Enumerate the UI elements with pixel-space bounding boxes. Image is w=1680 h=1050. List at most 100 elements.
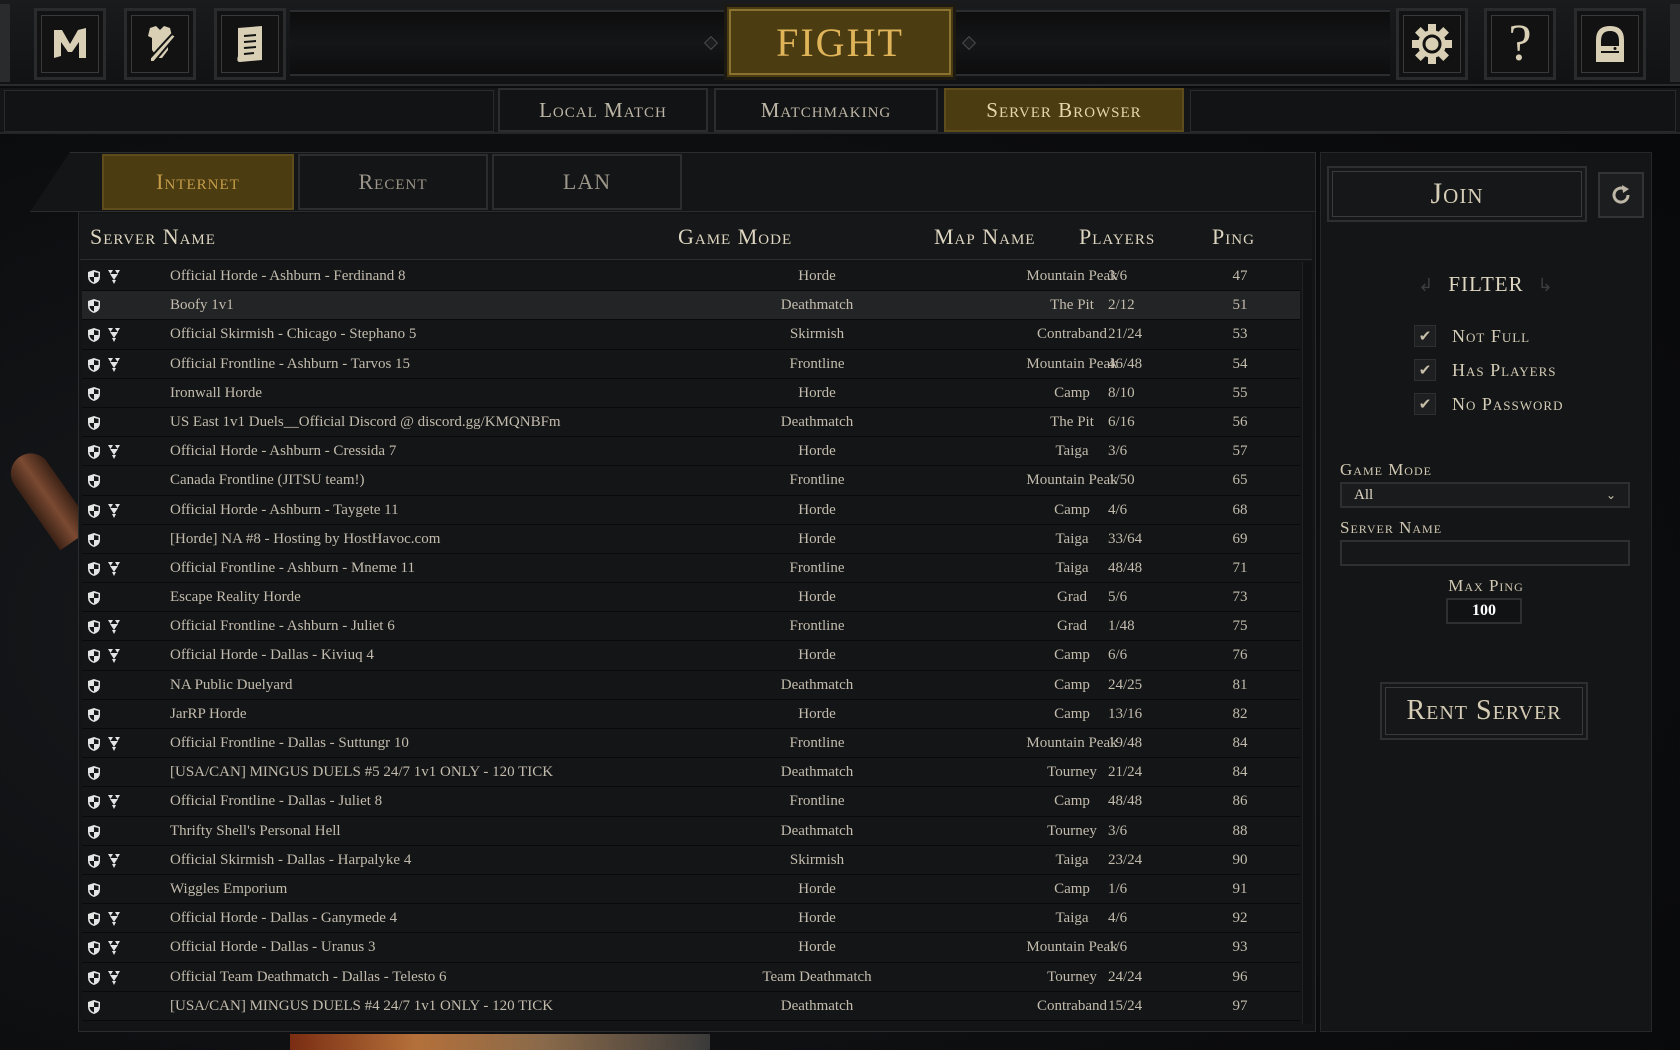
server-row[interactable]: Official Horde - Ashburn - Cressida 7 Hor… — [82, 437, 1300, 467]
server-row[interactable]: Official Frontline - Dallas - Suttungr 1… — [82, 729, 1300, 759]
server-map-name: Tourney — [1047, 822, 1097, 839]
server-row[interactable]: [Horde] NA #8 - Hosting by HostHavoc.com… — [82, 524, 1300, 554]
server-players: 1/6 — [1108, 939, 1128, 956]
exit-door-icon — [1596, 26, 1624, 62]
server-name: Official Horde - Dallas - Kiviuq 4 — [170, 647, 374, 664]
server-row[interactable]: Official Horde - Ashburn - Taygete 11 Hor… — [82, 495, 1300, 525]
shield-icon — [88, 532, 100, 547]
shield-icon — [88, 766, 100, 781]
column-header-map-name[interactable]: Map Name — [934, 224, 1035, 250]
scroll-button[interactable] — [214, 8, 286, 80]
mordhau-menu-button[interactable] — [34, 8, 106, 80]
tab-internet[interactable]: Internet — [102, 154, 294, 210]
server-map-name: The Pit — [1050, 297, 1094, 314]
server-row[interactable]: NA Public Duelyard Deathmatch Camp 24/25 81 — [82, 670, 1300, 700]
shield-icon — [88, 561, 100, 576]
server-row[interactable]: Official Frontline - Ashburn - Tarvos 15… — [82, 349, 1300, 379]
server-row[interactable]: JarRP Horde Horde Camp 13/16 82 — [82, 699, 1300, 729]
filter-no-password[interactable]: ✔ No Password — [1414, 392, 1563, 416]
server-ping: 96 — [1232, 968, 1248, 985]
armory-icon — [148, 26, 178, 63]
help-button[interactable]: ? — [1484, 8, 1556, 80]
column-header-server-name[interactable]: Server Name — [90, 224, 216, 250]
server-row[interactable]: Thrifty Shell's Personal Hell Deathmatch T… — [82, 816, 1300, 846]
shield-icon — [88, 737, 100, 751]
tab-local-match[interactable]: Local Match — [498, 88, 708, 132]
checkbox-no-password[interactable]: ✔ — [1414, 393, 1436, 415]
server-row[interactable]: Official Horde - Dallas - Uranus 3 Horde M… — [82, 933, 1300, 963]
server-name: [USA/CAN] MINGUS DUELS #5 24/7 1v1 ONLY … — [170, 764, 554, 781]
shield-icon — [88, 970, 100, 985]
server-name: Official Frontline - Dallas - Suttungr 1… — [170, 735, 409, 751]
tab-recent[interactable]: Recent — [298, 154, 488, 210]
exit-button[interactable] — [1574, 8, 1646, 80]
server-row[interactable]: Official Skirmish - Dallas - Harpalyke 4… — [82, 845, 1300, 875]
column-header-players[interactable]: Players — [1079, 224, 1155, 250]
server-row[interactable]: Official Horde - Ashburn - Ferdinand 8 Ho… — [82, 262, 1300, 292]
server-map-name: Mountain Peak — [1026, 939, 1118, 956]
server-players: 13/16 — [1108, 705, 1143, 722]
server-ping: 54 — [1232, 355, 1248, 372]
server-ping: 47 — [1232, 268, 1248, 284]
checkbox-has-players[interactable]: ✔ — [1414, 359, 1436, 381]
shield-icon — [88, 795, 100, 810]
max-ping-label: Max Ping — [1448, 576, 1524, 595]
server-row[interactable]: Official Horde - Dallas - Kiviuq 4 Horde C… — [82, 641, 1300, 671]
server-row[interactable]: Ironwall Horde Horde Camp 8/10 55 — [82, 378, 1300, 408]
official-server-icon — [108, 270, 120, 284]
server-row[interactable]: Escape Reality Horde Horde Grad 5/6 73 — [82, 583, 1300, 613]
server-row[interactable]: [USA/CAN] MINGUS DUELS #5 24/7 1v1 ONLY … — [82, 758, 1300, 788]
server-players: 5/6 — [1108, 589, 1128, 606]
server-row[interactable]: Official Frontline - Dallas - Juliet 8 Fr… — [82, 787, 1300, 817]
max-ping-input[interactable]: 100 — [1446, 598, 1522, 624]
refresh-button[interactable] — [1598, 172, 1644, 218]
server-row[interactable]: Official Team Deathmatch - Dallas - Tele… — [82, 962, 1300, 992]
join-button[interactable]: Join — [1327, 166, 1587, 222]
server-list: Official Horde - Ashburn - Ferdinand 8 Ho… — [82, 262, 1300, 1021]
filter-not-full[interactable]: ✔ Not Full — [1414, 324, 1530, 348]
server-players: 19/48 — [1108, 735, 1143, 751]
armory-button[interactable] — [124, 8, 196, 80]
server-row[interactable]: Canada Frontline (JITSU team!) Frontline M… — [82, 466, 1300, 496]
server-players: 21/24 — [1108, 326, 1143, 343]
server-row[interactable]: Official Horde - Dallas - Ganymede 4 Hord… — [82, 904, 1300, 934]
server-ping: 75 — [1232, 618, 1248, 635]
checkbox-not-full[interactable]: ✔ — [1414, 325, 1436, 347]
server-row[interactable]: Official Skirmish - Chicago - Stephano 5… — [82, 320, 1300, 350]
tab-lan[interactable]: LAN — [492, 154, 682, 210]
shield-icon — [88, 824, 100, 839]
server-row[interactable]: Official Frontline - Ashburn - Juliet 6F… — [82, 612, 1300, 642]
server-map-name: Mountain Peak — [1026, 268, 1118, 284]
official-server-icon — [108, 970, 120, 985]
tab-server-browser[interactable]: Server Browser — [944, 88, 1184, 132]
server-players: 8/10 — [1108, 384, 1135, 401]
server-ping: 88 — [1232, 822, 1248, 839]
server-row[interactable]: Boofy 1v1 Deathmatch The Pit 2/12 51 — [82, 291, 1300, 321]
shield-icon — [88, 999, 100, 1014]
server-map-name: Mountain Peak — [1026, 472, 1118, 489]
filter-has-players[interactable]: ✔ Has Players — [1414, 358, 1557, 382]
column-header-game-mode[interactable]: Game Mode — [678, 224, 792, 250]
server-row[interactable]: Wiggles Emporium Horde Camp 1/6 91 — [82, 874, 1300, 905]
server-map-name: Grad — [1057, 618, 1087, 635]
server-name: Canada Frontline (JITSU team!) — [170, 472, 365, 489]
server-list-scrollbar[interactable] — [1302, 262, 1312, 1024]
server-row[interactable]: Official Frontline - Ashburn - Mneme 11 F… — [82, 553, 1300, 584]
server-map-name: Camp — [1054, 705, 1090, 722]
shield-icon — [88, 620, 100, 635]
game-mode-select[interactable]: All ⌄ — [1340, 482, 1630, 508]
fight-button[interactable]: FIGHT — [724, 4, 956, 80]
settings-button[interactable] — [1396, 8, 1468, 80]
shield-icon — [88, 299, 100, 314]
tab-matchmaking[interactable]: Matchmaking — [714, 88, 938, 132]
server-players: 1/50 — [1108, 472, 1135, 489]
server-row[interactable]: [USA/CAN] MINGUS DUELS #4 24/7 1v1 ONLY … — [82, 991, 1300, 1021]
rent-server-button[interactable]: Rent Server — [1380, 682, 1588, 740]
official-server-icon — [108, 357, 120, 372]
server-players: 4/6 — [1108, 501, 1128, 518]
server-name-input[interactable] — [1340, 540, 1630, 566]
column-header-ping[interactable]: Ping — [1212, 224, 1255, 250]
server-ping: 69 — [1232, 530, 1248, 547]
server-row[interactable]: US East 1v1 Duels__Official Discord @ di… — [82, 407, 1300, 438]
shield-icon — [88, 415, 100, 430]
